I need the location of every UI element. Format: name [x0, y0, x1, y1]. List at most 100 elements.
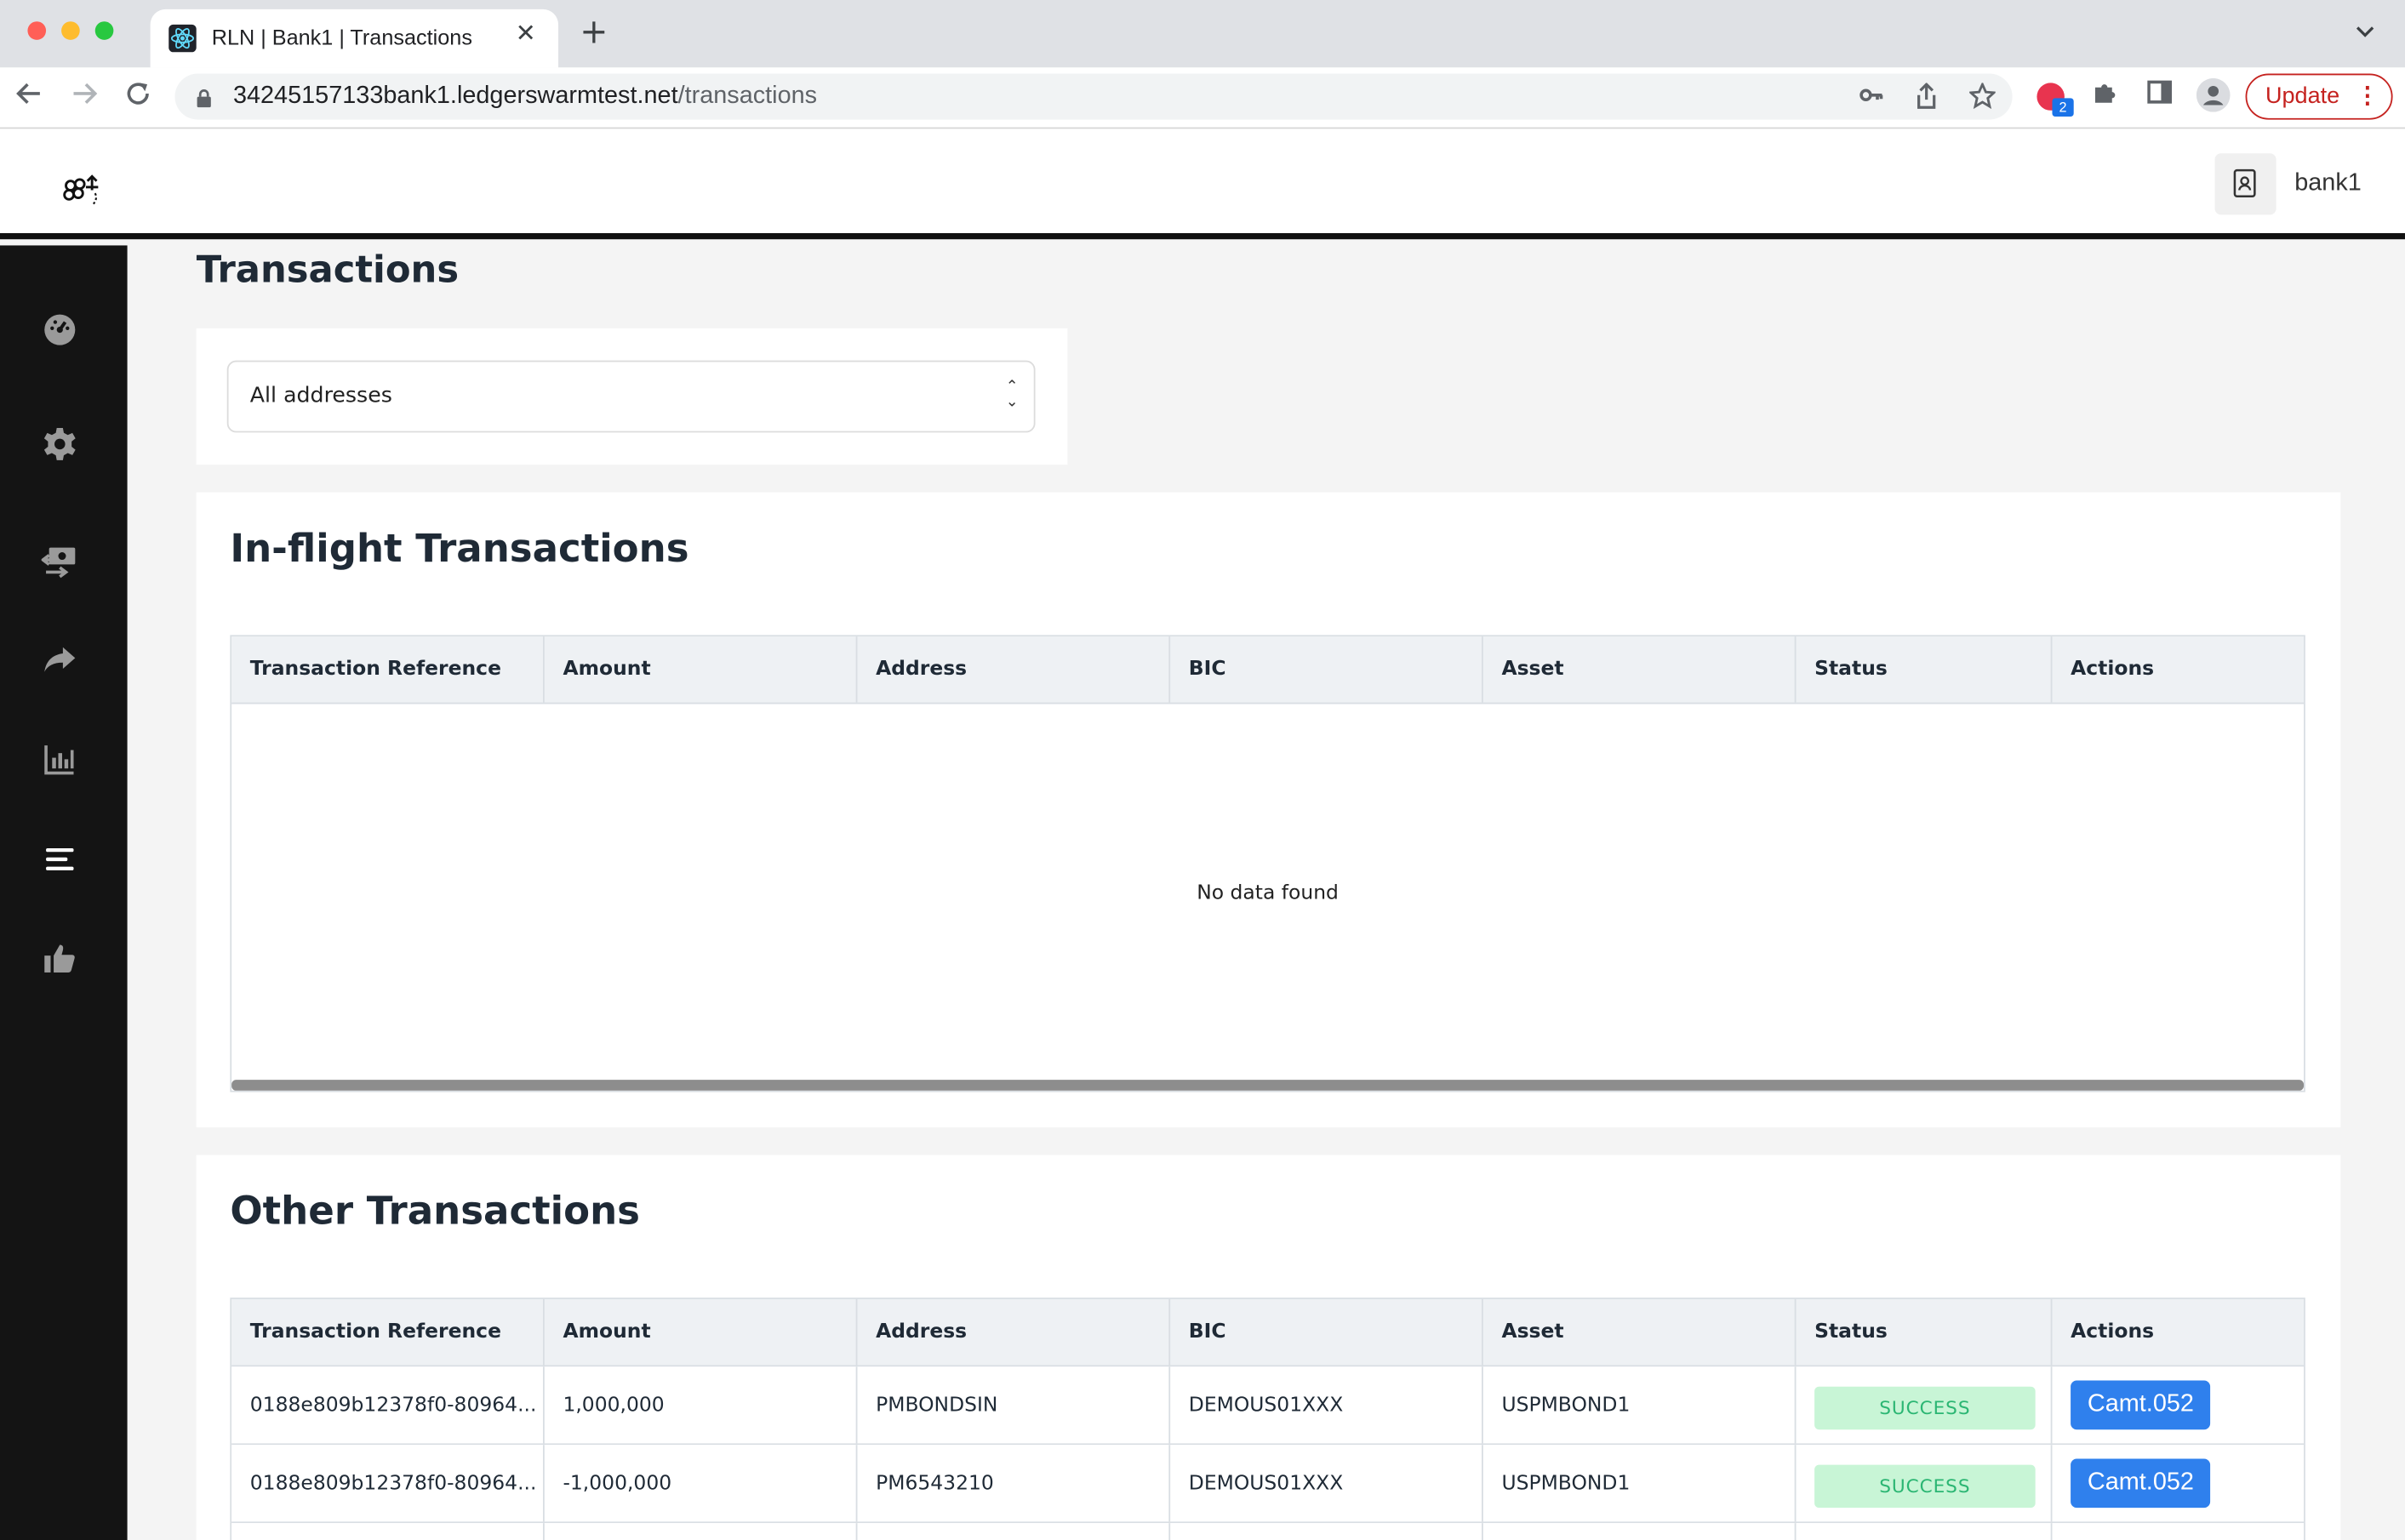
col-address[interactable]: Address — [857, 1298, 1171, 1366]
row-reference: 0188e809b12378f0-80964... — [231, 1366, 545, 1444]
table-row[interactable]: 0188e809b12378f0-80964... -1,000,000 PM6… — [231, 1445, 2305, 1524]
back-arrow-icon[interactable] — [15, 80, 43, 115]
row-reference: 0188e809b12378f0-80964... — [231, 1445, 545, 1522]
sidebar-item-transfers[interactable] — [37, 537, 83, 583]
row-actions-cell — [2052, 1523, 2305, 1540]
col-transaction-reference[interactable]: Transaction Reference — [231, 636, 545, 703]
address-bar[interactable]: 34245157133bank1.ledgerswarmtest.net/tra… — [174, 73, 2013, 120]
select-arrows-icon: ⌃ ⌄ — [1005, 379, 1019, 412]
other-table-header: Transaction Reference Amount Address BIC… — [231, 1298, 2305, 1367]
row-status-cell: SUCCESS — [1796, 1366, 2053, 1444]
col-bic[interactable]: BIC — [1170, 1298, 1483, 1366]
transactions-list-icon — [46, 847, 74, 870]
share-arrow-icon — [44, 647, 76, 672]
empty-state-text: No data found — [1197, 881, 1339, 904]
other-card: Other Transactions Transaction Reference… — [196, 1155, 2341, 1540]
inflight-table: Transaction Reference Amount Address BIC… — [230, 635, 2305, 1092]
more-menu-icon[interactable]: ⋮ — [2356, 75, 2379, 117]
row-amount: 1,000,000 — [545, 1366, 858, 1444]
app-header: bank1 — [0, 128, 2405, 240]
sidebar-item-dashboard[interactable] — [37, 307, 83, 353]
key-icon[interactable] — [1859, 83, 1883, 113]
user-badge-icon — [2233, 168, 2256, 198]
col-bic[interactable]: BIC — [1170, 636, 1483, 703]
col-amount[interactable]: Amount — [545, 636, 858, 703]
sidebar — [0, 245, 128, 1540]
bookmark-star-icon[interactable] — [1968, 81, 1997, 115]
row-amount: -1,000,000 — [545, 1445, 858, 1522]
table-row[interactable]: 0188e809b12378f0-80964... 1,000,000 PMBO… — [231, 1366, 2305, 1446]
row-actions-cell: Camt.052 — [2052, 1366, 2305, 1443]
row-asset — [1483, 1523, 1797, 1540]
browser-toolbar: 34245157133bank1.ledgerswarmtest.net/tra… — [0, 67, 2405, 129]
update-button[interactable]: Update ⋮ — [2245, 73, 2393, 120]
url-host: 34245157133bank1.ledgerswarmtest.net — [232, 83, 678, 109]
col-status[interactable]: Status — [1796, 1298, 2053, 1366]
new-tab-button[interactable]: + — [580, 14, 608, 52]
sidebar-item-share[interactable] — [37, 636, 83, 682]
row-bic: DEMOUS01XXX — [1170, 1366, 1483, 1444]
row-bic — [1170, 1523, 1483, 1540]
url-path: /transactions — [677, 83, 818, 109]
row-status-cell: SUCCESS — [1796, 1445, 2053, 1522]
col-address[interactable]: Address — [857, 636, 1171, 703]
col-amount[interactable]: Amount — [545, 1298, 858, 1366]
address-select-value: All addresses — [249, 383, 392, 408]
col-actions[interactable]: Actions — [2052, 636, 2305, 703]
url-text[interactable]: 34245157133bank1.ledgerswarmtest.net/tra… — [233, 83, 817, 110]
dashboard-icon — [44, 314, 76, 345]
camt052-button[interactable]: Camt.052 — [2071, 1380, 2211, 1430]
minimize-window-button[interactable] — [61, 21, 80, 40]
reload-icon[interactable] — [124, 80, 151, 115]
row-reference — [231, 1523, 545, 1540]
app-logo[interactable] — [61, 172, 104, 208]
side-panel-icon[interactable] — [2147, 80, 2173, 111]
camt052-button[interactable]: Camt.052 — [2071, 1458, 2211, 1509]
tab-search-chevron-icon[interactable] — [2356, 21, 2374, 46]
horizontal-scrollbar[interactable] — [231, 1080, 2305, 1091]
forward-arrow-icon[interactable] — [71, 80, 98, 115]
row-address: PM6543210 — [857, 1445, 1171, 1522]
status-badge: SUCCESS — [1814, 1385, 2036, 1429]
share-icon[interactable] — [1914, 82, 1939, 117]
browser-tab[interactable]: RLN | Bank1 | Transactions ✕ — [150, 9, 559, 68]
profile-avatar-icon[interactable] — [2196, 77, 2231, 118]
status-badge: SUCCESS — [1814, 1463, 2036, 1508]
col-status[interactable]: Status — [1796, 636, 2053, 703]
tab-close-icon[interactable]: ✕ — [516, 19, 536, 48]
lock-icon[interactable] — [197, 84, 212, 108]
user-name[interactable]: bank1 — [2294, 170, 2362, 197]
extension-badge: 2 — [2052, 98, 2074, 117]
row-amount — [545, 1523, 858, 1540]
close-window-button[interactable] — [27, 21, 47, 40]
inflight-card: In-flight Transactions Transaction Refer… — [196, 492, 2341, 1128]
settings-icon — [43, 427, 76, 460]
sidebar-item-settings[interactable] — [37, 422, 83, 468]
col-asset[interactable]: Asset — [1483, 1298, 1797, 1366]
react-favicon-icon — [169, 24, 197, 53]
row-bic: DEMOUS01XXX — [1170, 1445, 1483, 1522]
col-transaction-reference[interactable]: Transaction Reference — [231, 1298, 545, 1366]
row-address — [857, 1523, 1171, 1540]
inflight-table-header: Transaction Reference Amount Address BIC… — [231, 636, 2305, 704]
tab-title: RLN | Bank1 | Transactions — [211, 24, 472, 49]
update-label: Update — [2265, 83, 2340, 109]
other-table: Transaction Reference Amount Address BIC… — [230, 1298, 2305, 1540]
row-asset: USPMBOND1 — [1483, 1366, 1797, 1444]
maximize-window-button[interactable] — [94, 21, 114, 40]
puzzle-extensions-icon[interactable] — [2092, 80, 2118, 112]
bar-chart-icon — [44, 745, 74, 775]
table-row[interactable] — [231, 1523, 2305, 1540]
col-asset[interactable]: Asset — [1483, 636, 1797, 703]
filter-card: All addresses ⌃ ⌄ — [196, 328, 1068, 465]
sidebar-item-transactions[interactable] — [37, 836, 83, 882]
inflight-title: In-flight Transactions — [230, 526, 689, 571]
money-transfer-icon — [41, 547, 76, 579]
sidebar-item-reports[interactable] — [37, 736, 83, 782]
row-actions-cell: Camt.052 — [2052, 1445, 2305, 1521]
user-avatar[interactable] — [2214, 153, 2276, 215]
col-actions[interactable]: Actions — [2052, 1299, 2305, 1366]
sidebar-item-approvals[interactable] — [37, 936, 83, 982]
address-select[interactable]: All addresses ⌃ ⌄ — [226, 360, 1036, 433]
row-asset: USPMBOND1 — [1483, 1445, 1797, 1522]
